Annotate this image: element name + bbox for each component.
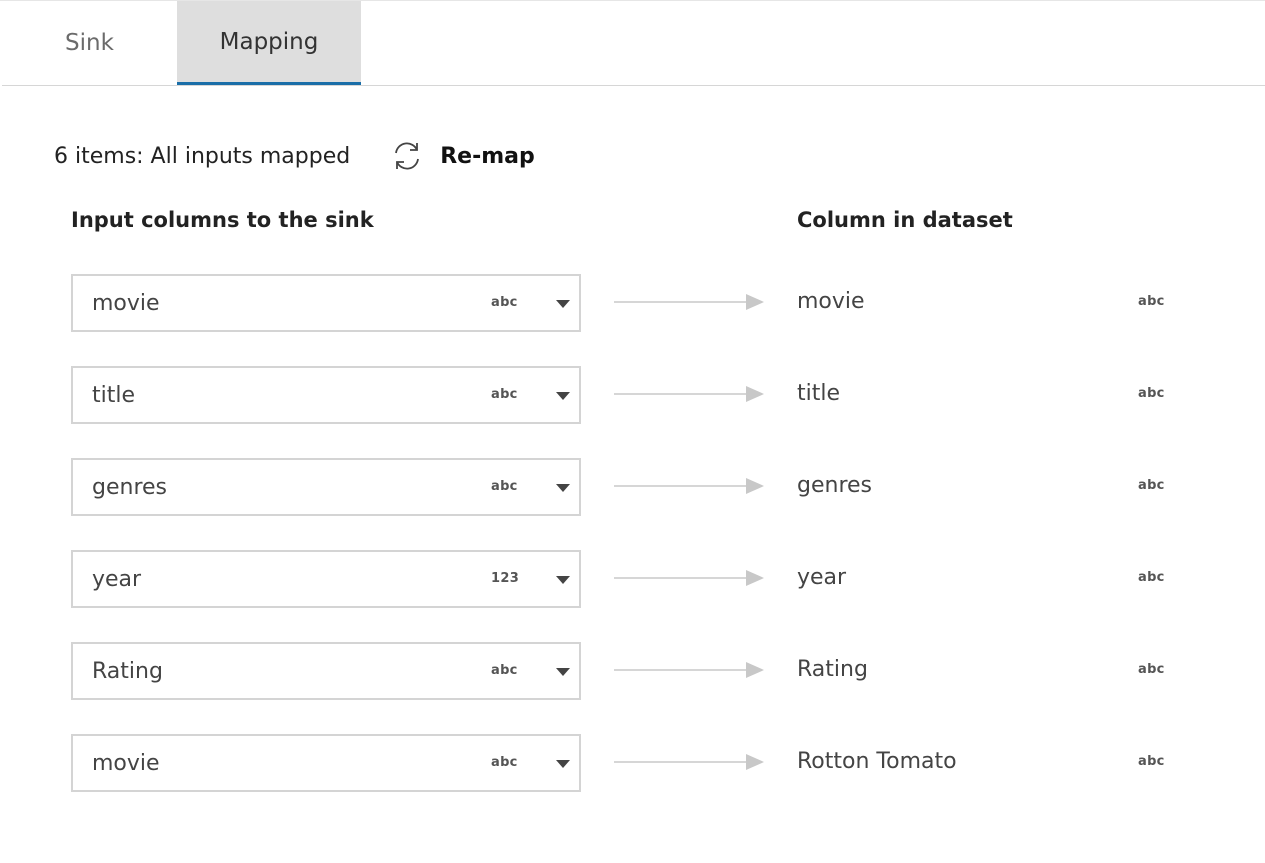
input-column-value: year	[92, 567, 142, 592]
arrow-right-icon	[614, 386, 764, 402]
output-type-badge: abc	[1138, 478, 1165, 493]
dataset-columns-header: Column in dataset	[797, 208, 1013, 232]
input-column-value: movie	[92, 751, 160, 776]
mapping-status-row: 6 items: All inputs mapped Re-map	[54, 136, 535, 176]
arrow-right-icon	[614, 570, 764, 586]
chevron-down-icon[interactable]	[556, 484, 570, 492]
arrow-right-icon	[614, 294, 764, 310]
remap-label: Re-map	[440, 143, 535, 169]
mapping-status-text: 6 items: All inputs mapped	[54, 143, 351, 169]
input-column-select[interactable]: movie abc	[71, 734, 581, 792]
input-column-value: movie	[92, 291, 160, 316]
output-type-badge: abc	[1138, 386, 1165, 401]
input-type-badge: abc	[491, 755, 518, 770]
dataset-column-name: title	[797, 381, 841, 406]
mapping-row: year 123 year abc	[0, 550, 1265, 608]
input-column-value: title	[92, 383, 136, 408]
dataset-column-name: Rotton Tomato	[797, 749, 957, 774]
chevron-down-icon[interactable]	[556, 392, 570, 400]
input-column-select[interactable]: title abc	[71, 366, 581, 424]
output-type-badge: abc	[1138, 662, 1165, 677]
chevron-down-icon[interactable]	[556, 576, 570, 584]
dataset-column-name: movie	[797, 289, 865, 314]
mapping-page: Sink Mapping 6 items: All inputs mapped …	[0, 0, 1265, 863]
remap-button[interactable]: Re-map	[390, 139, 535, 173]
mapping-row: movie abc Rotton Tomato abc	[0, 734, 1265, 792]
input-type-badge: abc	[491, 479, 518, 494]
arrow-right-icon	[614, 662, 764, 678]
input-column-select[interactable]: genres abc	[71, 458, 581, 516]
input-columns-header: Input columns to the sink	[71, 208, 374, 232]
arrow-right-icon	[614, 478, 764, 494]
output-type-badge: abc	[1138, 294, 1165, 309]
input-column-select[interactable]: movie abc	[71, 274, 581, 332]
input-column-value: Rating	[92, 659, 163, 684]
output-type-badge: abc	[1138, 754, 1165, 769]
chevron-down-icon[interactable]	[556, 668, 570, 676]
refresh-icon	[395, 142, 420, 170]
output-type-badge: abc	[1138, 570, 1165, 585]
mapping-row: Rating abc Rating abc	[0, 642, 1265, 700]
dataset-column-name: Rating	[797, 657, 868, 682]
input-column-select[interactable]: year 123	[71, 550, 581, 608]
tab-mapping[interactable]: Mapping	[177, 1, 361, 85]
tab-sink[interactable]: Sink	[2, 1, 177, 85]
chevron-down-icon[interactable]	[556, 760, 570, 768]
input-column-value: genres	[92, 475, 168, 500]
input-type-badge: 123	[491, 571, 520, 586]
dataset-column-name: genres	[797, 473, 873, 498]
mapping-row: movie abc movie abc	[0, 274, 1265, 332]
input-type-badge: abc	[491, 663, 518, 678]
tab-bar: Sink Mapping	[2, 1, 1265, 86]
arrow-right-icon	[614, 754, 764, 770]
mapping-row: title abc title abc	[0, 366, 1265, 424]
chevron-down-icon[interactable]	[556, 300, 570, 308]
input-column-select[interactable]: Rating abc	[71, 642, 581, 700]
dataset-column-name: year	[797, 565, 847, 590]
mapping-row: genres abc genres abc	[0, 458, 1265, 516]
input-type-badge: abc	[491, 387, 518, 402]
input-type-badge: abc	[491, 295, 518, 310]
